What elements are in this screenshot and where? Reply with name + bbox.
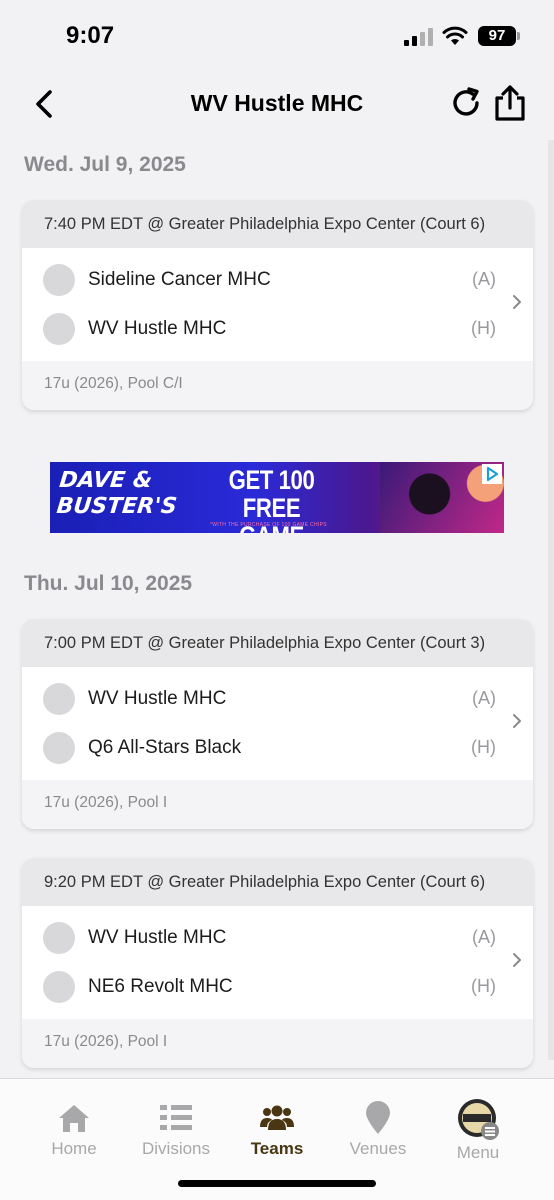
team-name: Q6 All-Stars Black bbox=[88, 737, 242, 758]
scroll-track bbox=[548, 140, 554, 1060]
location-pin-icon bbox=[366, 1101, 390, 1134]
chevron-right-icon bbox=[513, 714, 521, 728]
team-name: WV Hustle MHC bbox=[88, 688, 227, 709]
chevron-right-icon bbox=[513, 295, 521, 309]
home-team-row: NE6 Revolt MHC (H) bbox=[22, 963, 533, 1011]
game-division-pool: 17u (2026), Pool C/I bbox=[22, 361, 533, 410]
home-team-row: WV Hustle MHC (H) bbox=[22, 305, 533, 353]
home-indicator bbox=[178, 1180, 376, 1187]
game-card[interactable]: 7:00 PM EDT @ Greater Philadelphia Expo … bbox=[22, 619, 533, 829]
wifi-icon bbox=[442, 26, 468, 45]
battery-level: 97 bbox=[488, 27, 506, 44]
team-name: WV Hustle MHC bbox=[88, 318, 227, 339]
team-name: WV Hustle MHC bbox=[88, 927, 227, 948]
game-time-venue: 7:00 PM EDT @ Greater Philadelphia Expo … bbox=[22, 619, 533, 667]
game-card[interactable]: 7:40 PM EDT @ Greater Philadelphia Expo … bbox=[22, 200, 533, 410]
status-time: 9:07 bbox=[66, 22, 115, 49]
team-avatar bbox=[43, 971, 75, 1003]
team-name: NE6 Revolt MHC bbox=[88, 976, 233, 997]
home-team-row: Q6 All-Stars Black (H) bbox=[22, 724, 533, 772]
team-avatar bbox=[43, 732, 75, 764]
game-card[interactable]: 9:20 PM EDT @ Greater Philadelphia Expo … bbox=[22, 858, 533, 1068]
away-team-row: WV Hustle MHC (A) bbox=[22, 675, 533, 723]
away-team-row: WV Hustle MHC (A) bbox=[22, 914, 533, 962]
team-avatar bbox=[43, 922, 75, 954]
refresh-icon[interactable] bbox=[450, 86, 484, 120]
menu-logo-icon bbox=[458, 1099, 499, 1140]
tab-menu[interactable]: Menu bbox=[428, 1079, 528, 1169]
tab-label: Home bbox=[51, 1139, 97, 1158]
away-team-row: Sideline Cancer MHC (A) bbox=[22, 256, 533, 304]
team-side-label: (A) bbox=[472, 927, 496, 947]
team-avatar bbox=[43, 683, 75, 715]
home-icon bbox=[59, 1105, 89, 1132]
tab-label: Divisions bbox=[141, 1139, 211, 1158]
share-icon[interactable] bbox=[492, 84, 528, 122]
cellular-signal-icon bbox=[404, 28, 433, 46]
status-bar: 9:07 97 bbox=[0, 0, 554, 72]
game-time-venue: 9:20 PM EDT @ Greater Philadelphia Expo … bbox=[22, 858, 533, 906]
ad-choices-icon[interactable] bbox=[482, 464, 502, 484]
ad-subtext: *WITH THE PURCHASE OF 100 GAME CHIPS bbox=[210, 522, 327, 528]
team-avatar bbox=[43, 313, 75, 345]
tab-label: Menu bbox=[456, 1143, 500, 1162]
date-header: Wed. Jul 9, 2025 bbox=[24, 153, 186, 176]
ad-brand-logo: DAVE & BUSTER'S bbox=[55, 468, 179, 519]
team-side-label: (A) bbox=[472, 269, 496, 289]
team-side-label: (H) bbox=[471, 318, 496, 338]
game-division-pool: 17u (2026), Pool I bbox=[22, 780, 533, 829]
date-header: Thu. Jul 10, 2025 bbox=[24, 572, 193, 595]
game-division-pool: 17u (2026), Pool I bbox=[22, 1019, 533, 1068]
list-icon bbox=[160, 1105, 192, 1130]
team-side-label: (H) bbox=[471, 976, 496, 996]
team-side-label: (A) bbox=[472, 688, 496, 708]
tab-label: Venues bbox=[349, 1139, 407, 1158]
team-icon bbox=[260, 1105, 294, 1130]
tab-divisions[interactable]: Divisions bbox=[126, 1079, 226, 1169]
team-name: Sideline Cancer MHC bbox=[88, 269, 271, 290]
chevron-right-icon bbox=[513, 953, 521, 967]
tab-teams[interactable]: Teams bbox=[227, 1079, 327, 1169]
ad-banner[interactable]: DAVE & BUSTER'S GET 100 FREE GAME CHIPS … bbox=[50, 462, 504, 533]
tab-home[interactable]: Home bbox=[24, 1079, 124, 1169]
game-time-venue: 7:40 PM EDT @ Greater Philadelphia Expo … bbox=[22, 200, 533, 248]
tab-label: Teams bbox=[250, 1139, 304, 1158]
battery-icon: 97 bbox=[478, 26, 520, 46]
nav-bar: WV Hustle MHC bbox=[0, 72, 554, 138]
tab-venues[interactable]: Venues bbox=[328, 1079, 428, 1169]
team-side-label: (H) bbox=[471, 737, 496, 757]
team-avatar bbox=[43, 264, 75, 296]
